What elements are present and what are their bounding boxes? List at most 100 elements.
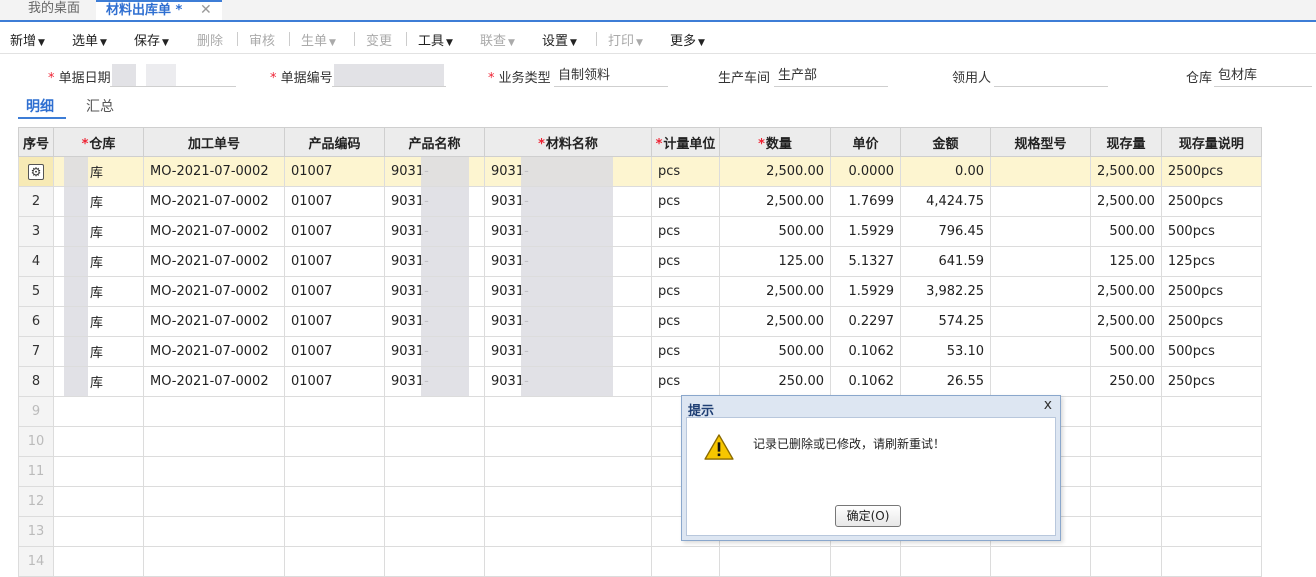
cell-empty[interactable]	[143, 486, 285, 517]
cell-unit[interactable]: pcs	[651, 336, 720, 367]
column-header[interactable]: 序号	[18, 127, 54, 157]
cell-empty[interactable]	[384, 426, 485, 457]
cell-stock_note[interactable]: 500pcs	[1160, 336, 1262, 367]
row-index[interactable]: 7	[18, 336, 54, 367]
cell-order[interactable]: MO-2021-07-0002	[143, 186, 285, 217]
cell-price[interactable]: 5.1327	[830, 246, 901, 277]
cell-empty[interactable]	[1160, 486, 1262, 517]
cell-pname[interactable]: 9031-	[384, 366, 485, 397]
cell-empty[interactable]	[1090, 426, 1162, 457]
cell-unit[interactable]: pcs	[651, 186, 720, 217]
cell-pcode[interactable]: 01007	[284, 186, 385, 217]
cell-empty[interactable]	[143, 516, 285, 547]
cell-empty[interactable]	[484, 426, 652, 457]
tab-material-issue[interactable]: 材料出库单 * ✕	[96, 0, 222, 20]
ok-button[interactable]: 确定(O)	[835, 505, 901, 527]
cell-pcode[interactable]: 01007	[284, 156, 385, 187]
cell-pname[interactable]: 9031-	[384, 216, 485, 247]
cell-empty[interactable]	[1090, 456, 1162, 487]
column-header[interactable]: 加工单号	[143, 127, 285, 157]
cell-empty[interactable]	[384, 456, 485, 487]
cell-qty[interactable]: 2,500.00	[719, 186, 831, 217]
table-row-empty[interactable]: 14	[18, 546, 1262, 577]
cell-empty[interactable]	[384, 486, 485, 517]
cell-wh[interactable]: 库	[53, 336, 144, 367]
column-header[interactable]: *仓库	[53, 127, 144, 157]
table-row[interactable]: ⚙ 库 MO-2021-07-0002 01007 9031- 9031- pcs 2,500…	[18, 156, 1262, 187]
cell-spec[interactable]	[990, 276, 1091, 307]
cell-empty[interactable]	[1160, 456, 1262, 487]
workshop-field[interactable]: 生产部	[774, 64, 888, 87]
cell-stock_note[interactable]: 2500pcs	[1160, 186, 1262, 217]
cell-unit[interactable]: pcs	[651, 156, 720, 187]
cell-empty[interactable]	[484, 516, 652, 547]
table-row[interactable]: 3 库 MO-2021-07-0002 01007 9031- 9031- pcs 500.0…	[18, 216, 1262, 247]
cell-empty[interactable]	[384, 396, 485, 427]
cell-spec[interactable]	[990, 366, 1091, 397]
subtab-summary[interactable]: 汇总	[86, 96, 114, 116]
cell-pname[interactable]: 9031-	[384, 306, 485, 337]
cell-spec[interactable]	[990, 246, 1091, 277]
gear-icon[interactable]: ⚙	[28, 163, 44, 180]
cell-stock[interactable]: 2,500.00	[1090, 306, 1162, 337]
toolbar-button[interactable]: 设置 ▼	[542, 30, 577, 49]
cell-wh[interactable]: 库	[53, 246, 144, 277]
cell-amount[interactable]: 53.10	[900, 336, 991, 367]
cell-price[interactable]: 1.5929	[830, 216, 901, 247]
cell-wh[interactable]: 库	[53, 216, 144, 247]
table-row-empty[interactable]: 10	[18, 426, 1262, 457]
cell-empty[interactable]	[143, 456, 285, 487]
cell-stock_note[interactable]: 500pcs	[1160, 216, 1262, 247]
cell-stock_note[interactable]: 2500pcs	[1160, 306, 1262, 337]
cell-empty[interactable]	[284, 546, 385, 577]
toolbar-button[interactable]: 更多 ▼	[670, 30, 705, 49]
cell-pname[interactable]: 9031-	[384, 186, 485, 217]
cell-spec[interactable]	[990, 216, 1091, 247]
toolbar-button[interactable]: 工具 ▼	[418, 30, 453, 49]
cell-amount[interactable]: 796.45	[900, 216, 991, 247]
cell-unit[interactable]: pcs	[651, 366, 720, 397]
cell-stock_note[interactable]: 2500pcs	[1160, 156, 1262, 187]
cell-empty[interactable]	[53, 456, 144, 487]
cell-empty[interactable]	[384, 546, 485, 577]
column-header[interactable]: 产品编码	[284, 127, 385, 157]
cell-spec[interactable]	[990, 306, 1091, 337]
cell-pcode[interactable]: 01007	[284, 216, 385, 247]
cell-mname[interactable]: 9031-	[484, 216, 652, 247]
cell-empty[interactable]	[384, 516, 485, 547]
cell-empty[interactable]	[53, 426, 144, 457]
cell-unit[interactable]: pcs	[651, 276, 720, 307]
cell-pname[interactable]: 9031-	[384, 336, 485, 367]
cell-stock[interactable]: 2,500.00	[1090, 156, 1162, 187]
cell-mname[interactable]: 9031-	[484, 336, 652, 367]
cell-empty[interactable]	[900, 546, 991, 577]
cell-stock_note[interactable]: 2500pcs	[1160, 276, 1262, 307]
cell-empty[interactable]	[284, 486, 385, 517]
toolbar-button[interactable]: 保存 ▼	[134, 30, 169, 49]
cell-pcode[interactable]: 01007	[284, 336, 385, 367]
table-row[interactable]: 6 库 MO-2021-07-0002 01007 9031- 9031- pcs 2,500…	[18, 306, 1262, 337]
cell-amount[interactable]: 641.59	[900, 246, 991, 277]
cell-empty[interactable]	[719, 546, 831, 577]
cell-empty[interactable]	[53, 486, 144, 517]
cell-unit[interactable]: pcs	[651, 216, 720, 247]
row-index[interactable]: 3	[18, 216, 54, 247]
cell-empty[interactable]	[53, 516, 144, 547]
column-header[interactable]: 规格型号	[990, 127, 1091, 157]
column-header[interactable]: 现存量说明	[1160, 127, 1262, 157]
cell-empty[interactable]	[1090, 486, 1162, 517]
cell-mname[interactable]: 9031-	[484, 306, 652, 337]
cell-pcode[interactable]: 01007	[284, 366, 385, 397]
cell-stock[interactable]: 250.00	[1090, 366, 1162, 397]
tab-my-desktop[interactable]: 我的桌面	[14, 0, 94, 20]
table-row-empty[interactable]: 13	[18, 516, 1262, 547]
row-index[interactable]: 4	[18, 246, 54, 277]
cell-stock[interactable]: 2,500.00	[1090, 276, 1162, 307]
cell-spec[interactable]	[990, 186, 1091, 217]
cell-amount[interactable]: 4,424.75	[900, 186, 991, 217]
cell-wh[interactable]: 库	[53, 186, 144, 217]
row-index[interactable]: 2	[18, 186, 54, 217]
cell-order[interactable]: MO-2021-07-0002	[143, 276, 285, 307]
row-settings-cell[interactable]: ⚙	[18, 156, 54, 187]
cell-amount[interactable]: 0.00	[900, 156, 991, 187]
